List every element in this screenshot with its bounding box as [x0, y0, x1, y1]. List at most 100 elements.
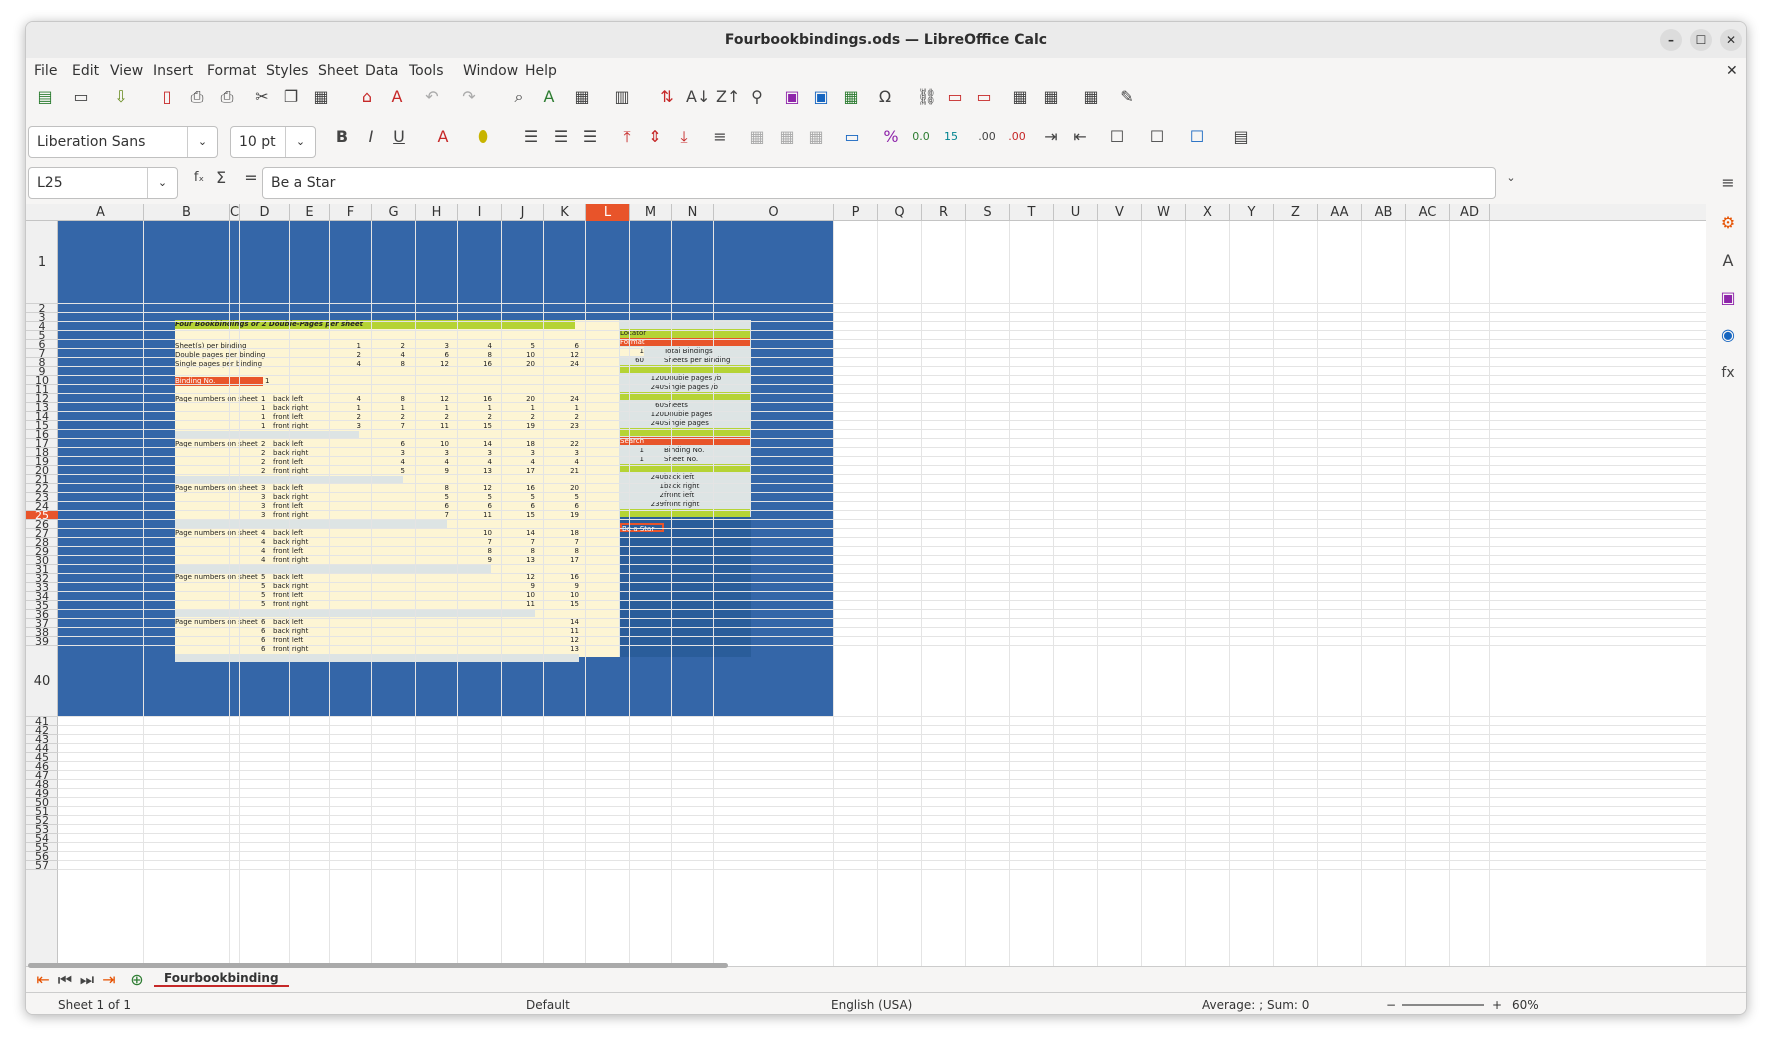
currency-icon[interactable]: ▭ — [841, 126, 863, 148]
print-preview-icon[interactable]: ⎙ — [216, 86, 238, 108]
autofilter-icon[interactable]: ⚲ — [746, 86, 768, 108]
column-header-cell[interactable]: O — [714, 204, 834, 221]
column-header-cell[interactable]: AC — [1406, 204, 1450, 221]
highlight-icon[interactable]: ⬮ — [472, 126, 494, 148]
menu-edit[interactable]: Edit — [72, 63, 99, 79]
paste-icon[interactable]: ▦ — [310, 86, 332, 108]
menu-tools[interactable]: Tools — [409, 63, 444, 79]
header-footer-icon[interactable]: ▭ — [973, 86, 995, 108]
close-icon[interactable]: ✕ — [1720, 29, 1742, 51]
next-sheet-icon[interactable]: ⏭ — [76, 969, 98, 991]
sort-descending-icon[interactable]: Z↑ — [716, 86, 740, 108]
merge-cells-icon[interactable]: ▦ — [746, 126, 768, 148]
column-header-cell[interactable]: Y — [1230, 204, 1274, 221]
comment-icon[interactable]: ▭ — [944, 86, 966, 108]
copy-icon[interactable]: ❐ — [280, 86, 302, 108]
cell-area[interactable]: Four Bookbindings or 2 Double-Pages per … — [58, 221, 1706, 966]
spelling-icon[interactable]: A — [538, 86, 560, 108]
column-header-cell[interactable]: W — [1142, 204, 1186, 221]
column-header-cell[interactable]: G — [372, 204, 416, 221]
add-decimal-icon[interactable]: .00 — [976, 126, 998, 148]
bold-icon[interactable]: B — [331, 126, 353, 148]
insert-chart-icon[interactable]: ▣ — [810, 86, 832, 108]
name-box[interactable]: L25 ⌄ — [28, 167, 178, 199]
close-document-icon[interactable]: ✕ — [1726, 63, 1738, 79]
zoom-in-icon[interactable]: + — [1492, 998, 1502, 1012]
zoom-level[interactable]: 60% — [1512, 998, 1539, 1012]
properties-icon[interactable]: ⚙ — [1717, 212, 1739, 234]
first-sheet-icon[interactable]: ⇤ — [32, 969, 54, 991]
column-header-cell[interactable]: Q — [878, 204, 922, 221]
column-header-cell[interactable]: J — [502, 204, 544, 221]
row-header-cell[interactable]: 40 — [26, 646, 58, 717]
gallery-icon[interactable]: ▣ — [1717, 287, 1739, 309]
sort-icon[interactable]: ⇅ — [656, 86, 678, 108]
chevron-down-icon[interactable]: ⌄ — [285, 127, 315, 157]
column-header-cell[interactable]: Z — [1274, 204, 1318, 221]
minimize-icon[interactable]: – — [1660, 29, 1682, 51]
undo-icon[interactable]: ↶ — [421, 86, 443, 108]
percent-icon[interactable]: % — [880, 126, 902, 148]
column-header-cell[interactable]: H — [416, 204, 458, 221]
menu-data[interactable]: Data — [365, 63, 398, 79]
column-header-cell[interactable]: K — [544, 204, 586, 221]
function-wizard-icon[interactable]: fₓ — [188, 167, 210, 189]
menu-insert[interactable]: Insert — [153, 63, 193, 79]
wrap-text-icon[interactable]: ≡ — [709, 126, 731, 148]
column-header-cell[interactable]: A — [58, 204, 144, 221]
chevron-down-icon[interactable]: ⌄ — [147, 168, 177, 198]
horizontal-scrollbar[interactable] — [28, 963, 728, 968]
maximize-icon[interactable]: ☐ — [1690, 29, 1712, 51]
menu-view[interactable]: View — [110, 63, 143, 79]
prev-sheet-icon[interactable]: ⏮ — [54, 969, 76, 991]
column-header-cell[interactable]: B — [144, 204, 230, 221]
column-header-cell[interactable]: X — [1186, 204, 1230, 221]
menu-format[interactable]: Format — [207, 63, 256, 79]
column-header-cell[interactable]: R — [922, 204, 966, 221]
freeze-icon[interactable]: ▦ — [1040, 86, 1062, 108]
chevron-down-icon[interactable]: ⌄ — [187, 127, 217, 157]
column-header-cell[interactable]: V — [1098, 204, 1142, 221]
decrease-indent-icon[interactable]: ⇤ — [1069, 126, 1091, 148]
cut-icon[interactable]: ✂ — [251, 86, 273, 108]
sum-icon[interactable]: Σ — [210, 167, 232, 189]
print-icon[interactable]: ⎙ — [186, 86, 208, 108]
column-header-cell[interactable]: U — [1054, 204, 1098, 221]
number-format-icon[interactable]: 0.0 — [910, 126, 932, 148]
column-header-cell[interactable]: P — [834, 204, 878, 221]
column-header-cell[interactable]: N — [672, 204, 714, 221]
save-icon[interactable]: ⇩ — [110, 86, 132, 108]
insert-image-icon[interactable]: ▣ — [781, 86, 803, 108]
zoom-out-icon[interactable]: − — [1386, 998, 1396, 1012]
column-header-cell[interactable]: T — [1010, 204, 1054, 221]
column-header-cell[interactable]: S — [966, 204, 1010, 221]
expand-formula-icon[interactable]: ⌄ — [1500, 167, 1522, 189]
language[interactable]: English (USA) — [831, 998, 912, 1012]
font-name-box[interactable]: Liberation Sans ⌄ — [28, 126, 218, 158]
clone-formatting-icon[interactable]: ⌂ — [356, 86, 378, 108]
open-icon[interactable]: ▭ — [70, 86, 92, 108]
menu-window[interactable]: Window — [463, 63, 518, 79]
column-header-cell[interactable]: I — [458, 204, 502, 221]
menu-icon[interactable]: ≡ — [1717, 172, 1739, 194]
row-header-cell[interactable]: 39 — [26, 636, 58, 647]
formula-input[interactable]: Be a Star — [262, 167, 1496, 199]
functions-icon[interactable]: fx — [1717, 362, 1739, 384]
spreadsheet-grid[interactable]: A B C D E F G H I J K L M N O P Q R S T U V W X Y Z AA AB AC AD 12345… — [26, 204, 1706, 966]
last-sheet-icon[interactable]: ⇥ — [98, 969, 120, 991]
sheet-tab-fourbookbinding[interactable]: Fourbookbinding — [154, 971, 289, 987]
zoom-slider[interactable] — [1402, 1004, 1484, 1006]
formula-icon[interactable]: = — [240, 167, 262, 189]
column-header-cell[interactable]: AA — [1318, 204, 1362, 221]
unmerge-icon[interactable]: ▦ — [805, 126, 827, 148]
delete-decimal-icon[interactable]: .00 — [1006, 126, 1028, 148]
borders-icon[interactable]: ☐ — [1106, 126, 1128, 148]
column-header-cell[interactable]: M — [630, 204, 672, 221]
align-left-icon[interactable]: ☰ — [520, 126, 542, 148]
export-pdf-icon[interactable]: ▯ — [156, 86, 178, 108]
column-header-cell[interactable]: D — [240, 204, 290, 221]
increase-indent-icon[interactable]: ⇥ — [1040, 126, 1062, 148]
menu-sheet[interactable]: Sheet — [318, 63, 358, 79]
column-header-cell[interactable]: L — [586, 204, 630, 221]
column-header-cell[interactable]: C — [230, 204, 240, 221]
